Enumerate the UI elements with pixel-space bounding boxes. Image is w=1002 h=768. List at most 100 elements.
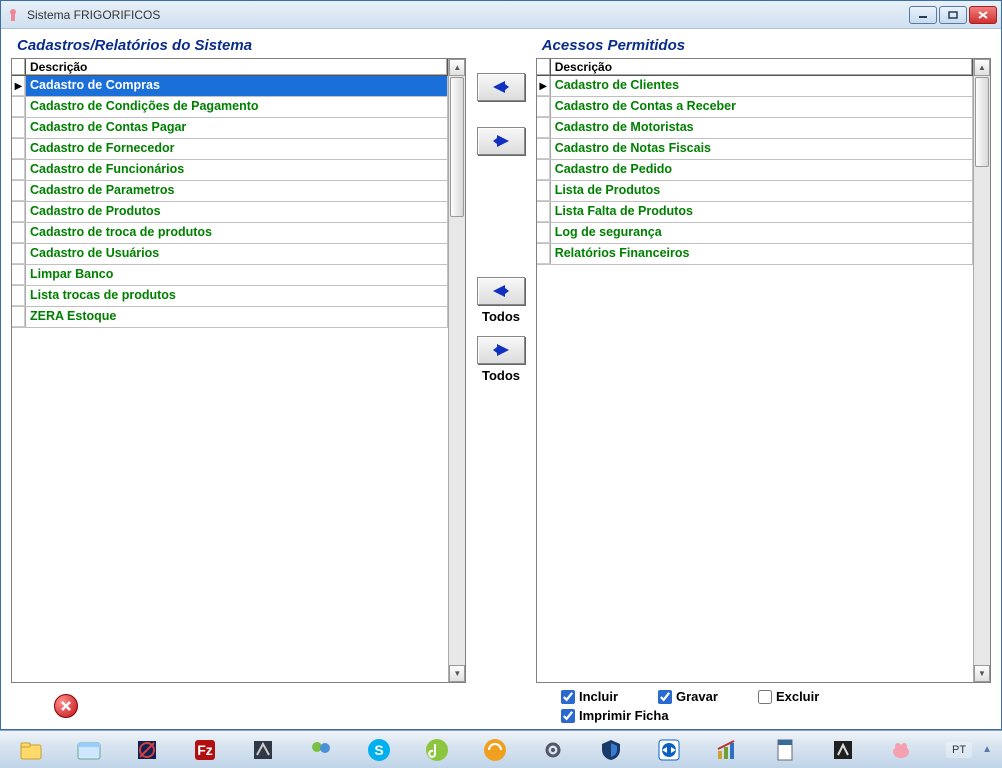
list-item[interactable]: Log de segurança — [537, 223, 973, 244]
move-left-button[interactable] — [477, 127, 525, 155]
window-title: Sistema FRIGORIFICOS — [27, 8, 909, 22]
scroll-down-icon[interactable]: ▼ — [449, 665, 465, 682]
maximize-button[interactable] — [939, 6, 967, 24]
move-all-left-button[interactable] — [477, 336, 525, 364]
left-panel: Cadastros/Relatórios do Sistema Descriçã… — [11, 35, 466, 683]
row-label: Cadastro de Contas a Receber — [551, 97, 973, 117]
list-item[interactable]: Lista de Produtos — [537, 181, 973, 202]
taskbar-teamviewer-icon[interactable] — [642, 733, 696, 767]
gravar-checkbox[interactable]: Gravar — [658, 689, 718, 704]
close-button[interactable] — [969, 6, 997, 24]
svg-text:S: S — [374, 742, 383, 758]
taskbar-messenger-icon[interactable] — [294, 733, 348, 767]
taskbar-explorer-icon[interactable] — [4, 733, 58, 767]
scroll-thumb[interactable] — [975, 77, 989, 167]
row-label: Cadastro de Notas Fiscais — [551, 139, 973, 159]
taskbar-app2-icon[interactable] — [236, 733, 290, 767]
taskbar-filezilla-icon[interactable]: Fz — [178, 733, 232, 767]
row-label: Cadastro de troca de produtos — [26, 223, 448, 243]
row-marker — [12, 97, 26, 117]
scroll-thumb[interactable] — [450, 77, 464, 217]
excluir-checkbox[interactable]: Excluir — [758, 689, 819, 704]
taskbar-chart-icon[interactable] — [700, 733, 754, 767]
titlebar[interactable]: Sistema FRIGORIFICOS — [1, 1, 1001, 29]
taskbar-pig-icon[interactable] — [874, 733, 928, 767]
taskbar-app3-icon[interactable] — [468, 733, 522, 767]
list-item[interactable]: Limpar Banco — [12, 265, 448, 286]
taskbar-skype-icon[interactable]: S — [352, 733, 406, 767]
row-marker: ▶ — [12, 76, 26, 96]
list-item[interactable]: Cadastro de Parametros — [12, 181, 448, 202]
exit-button[interactable] — [54, 694, 78, 718]
taskbar-folder-icon[interactable] — [62, 733, 116, 767]
minimize-button[interactable] — [909, 6, 937, 24]
move-all-right-button[interactable] — [477, 277, 525, 305]
row-marker — [537, 244, 551, 264]
left-panel-title: Cadastros/Relatórios do Sistema — [11, 35, 466, 58]
row-label: Cadastro de Motoristas — [551, 118, 973, 138]
taskbar-doc-icon[interactable] — [758, 733, 812, 767]
right-grid-body[interactable]: ▶Cadastro de ClientesCadastro de Contas … — [537, 76, 973, 682]
row-label: Cadastro de Contas Pagar — [26, 118, 448, 138]
row-marker — [12, 181, 26, 201]
row-marker — [12, 202, 26, 222]
left-scrollbar[interactable]: ▲ ▼ — [448, 59, 465, 682]
taskbar-app4-icon[interactable] — [816, 733, 870, 767]
list-item[interactable]: Cadastro de Usuários — [12, 244, 448, 265]
move-all-right-label: Todos — [482, 309, 520, 324]
transfer-buttons: Todos Todos — [470, 35, 531, 683]
list-item[interactable]: Cadastro de Contas Pagar — [12, 118, 448, 139]
taskbar-settings-icon[interactable] — [526, 733, 580, 767]
svg-text:Fz: Fz — [197, 742, 213, 758]
list-item[interactable]: Lista Falta de Produtos — [537, 202, 973, 223]
taskbar-shield-icon[interactable] — [584, 733, 638, 767]
list-item[interactable]: ZERA Estoque — [12, 307, 448, 328]
row-marker — [12, 160, 26, 180]
row-label: Lista Falta de Produtos — [551, 202, 973, 222]
list-item[interactable]: Cadastro de Fornecedor — [12, 139, 448, 160]
move-right-button[interactable] — [477, 73, 525, 101]
row-marker — [537, 202, 551, 222]
incluir-checkbox[interactable]: Incluir — [561, 689, 618, 704]
list-item[interactable]: Relatórios Financeiros — [537, 244, 973, 265]
bottom-bar: Incluir Gravar Excluir Imprimir Ficha — [11, 683, 991, 729]
row-marker — [12, 244, 26, 264]
left-grid-body[interactable]: ▶Cadastro de ComprasCadastro de Condiçõe… — [12, 76, 448, 682]
imprimir-checkbox[interactable]: Imprimir Ficha — [561, 708, 981, 723]
row-marker: ▶ — [537, 76, 551, 96]
scroll-up-icon[interactable]: ▲ — [449, 59, 465, 76]
list-item[interactable]: Cadastro de Pedido — [537, 160, 973, 181]
row-marker — [12, 307, 26, 327]
tray-expand-icon[interactable]: ▲ — [982, 744, 992, 755]
system-tray[interactable]: PT ▲ — [946, 742, 998, 758]
list-item[interactable]: Cadastro de Motoristas — [537, 118, 973, 139]
language-indicator[interactable]: PT — [946, 742, 972, 758]
list-item[interactable]: Cadastro de Notas Fiscais — [537, 139, 973, 160]
list-item[interactable]: ▶Cadastro de Clientes — [537, 76, 973, 97]
taskbar-app1-icon[interactable] — [120, 733, 174, 767]
taskbar-music-icon[interactable] — [410, 733, 464, 767]
list-item[interactable]: Cadastro de Produtos — [12, 202, 448, 223]
taskbar[interactable]: Fz S PT ▲ — [0, 730, 1002, 768]
row-label: Cadastro de Fornecedor — [26, 139, 448, 159]
row-label: Log de segurança — [551, 223, 973, 243]
scroll-up-icon[interactable]: ▲ — [974, 59, 990, 76]
list-item[interactable]: Cadastro de troca de produtos — [12, 223, 448, 244]
list-item[interactable]: Cadastro de Funcionários — [12, 160, 448, 181]
row-label: Lista de Produtos — [551, 181, 973, 201]
right-grid-header[interactable]: Descrição — [551, 59, 973, 75]
move-all-left-label: Todos — [482, 368, 520, 383]
row-marker — [537, 181, 551, 201]
list-item[interactable]: Cadastro de Contas a Receber — [537, 97, 973, 118]
right-scrollbar[interactable]: ▲ ▼ — [973, 59, 990, 682]
left-grid-marker-header — [12, 59, 26, 75]
left-grid-header[interactable]: Descrição — [26, 59, 448, 75]
row-label: Cadastro de Pedido — [551, 160, 973, 180]
list-item[interactable]: ▶Cadastro de Compras — [12, 76, 448, 97]
list-item[interactable]: Lista trocas de produtos — [12, 286, 448, 307]
row-marker — [12, 139, 26, 159]
row-label: Lista trocas de produtos — [26, 286, 448, 306]
row-label: Cadastro de Funcionários — [26, 160, 448, 180]
scroll-down-icon[interactable]: ▼ — [974, 665, 990, 682]
list-item[interactable]: Cadastro de Condições de Pagamento — [12, 97, 448, 118]
